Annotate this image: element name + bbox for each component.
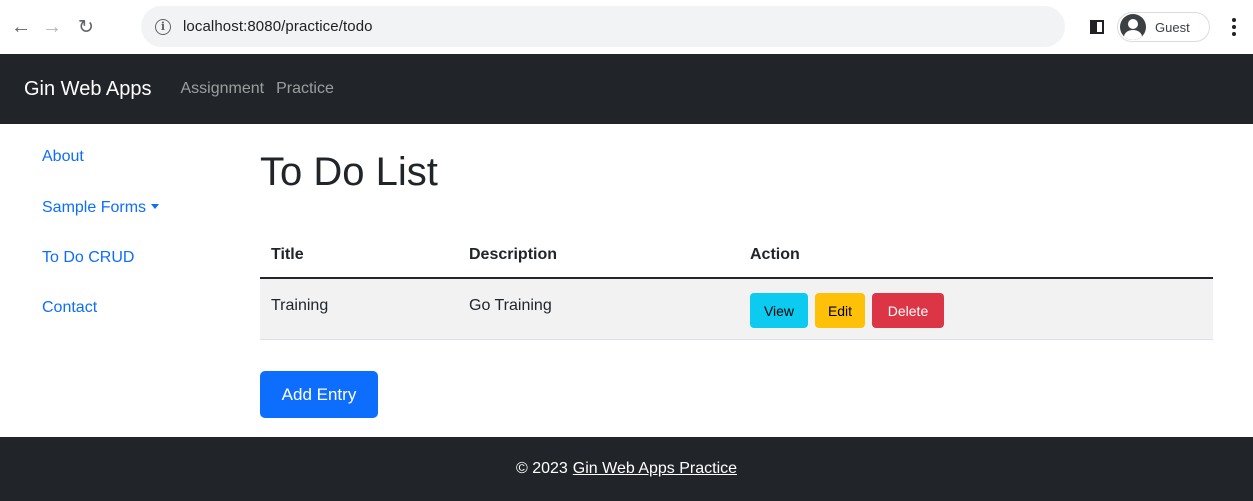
todo-table: Title Description Action Training Go Tra… bbox=[260, 233, 1213, 340]
more-options-icon[interactable] bbox=[1226, 14, 1242, 40]
caret-down-icon bbox=[151, 204, 160, 209]
profile-label: Guest bbox=[1155, 19, 1190, 35]
page-title: To Do List bbox=[260, 150, 438, 194]
column-header-action: Action bbox=[750, 246, 800, 263]
column-header-description: Description bbox=[469, 246, 558, 263]
url-text[interactable]: localhost:8080/practice/todo bbox=[183, 18, 373, 35]
side-panel-icon[interactable] bbox=[1090, 20, 1104, 34]
table-header: Title Description Action bbox=[260, 233, 1213, 279]
profile-button[interactable]: Guest bbox=[1117, 12, 1210, 42]
address-bar[interactable]: i localhost:8080/practice/todo bbox=[141, 6, 1065, 47]
edit-button[interactable]: Edit bbox=[815, 293, 865, 328]
profile-avatar-icon bbox=[1120, 14, 1146, 40]
cell-title: Training bbox=[271, 297, 329, 314]
sidebar-item-about[interactable]: About bbox=[42, 148, 84, 166]
nav-link-practice[interactable]: Practice bbox=[276, 80, 334, 98]
forward-arrow-icon[interactable]: → bbox=[40, 14, 64, 40]
footer-link[interactable]: Gin Web Apps Practice bbox=[573, 460, 737, 478]
sidebar-item-contact[interactable]: Contact bbox=[42, 299, 97, 317]
nav-link-assignment[interactable]: Assignment bbox=[180, 80, 264, 98]
browser-toolbar: ← → ↻ i localhost:8080/practice/todo Gue… bbox=[0, 0, 1253, 54]
cell-description: Go Training bbox=[469, 297, 552, 314]
footer: © 2023 Gin Web Apps Practice bbox=[0, 437, 1253, 501]
info-icon[interactable]: i bbox=[155, 18, 171, 35]
table-row: Training Go Training View Edit Delete bbox=[260, 279, 1213, 340]
view-button[interactable]: View bbox=[750, 293, 808, 328]
app-navbar: Gin Web Apps Assignment Practice bbox=[0, 54, 1253, 124]
column-header-title: Title bbox=[271, 246, 304, 263]
add-entry-button[interactable]: Add Entry bbox=[260, 371, 378, 418]
sidebar-item-sample-forms[interactable]: Sample Forms bbox=[42, 199, 160, 217]
back-arrow-icon[interactable]: ← bbox=[9, 14, 33, 40]
navbar-brand[interactable]: Gin Web Apps bbox=[24, 78, 151, 101]
sidebar-item-label: Sample Forms bbox=[42, 199, 147, 216]
footer-copyright: © 2023 bbox=[515, 460, 568, 477]
sidebar-item-todo-crud[interactable]: To Do CRUD bbox=[42, 249, 134, 267]
reload-icon[interactable]: ↻ bbox=[74, 14, 98, 40]
delete-button[interactable]: Delete bbox=[872, 293, 944, 328]
